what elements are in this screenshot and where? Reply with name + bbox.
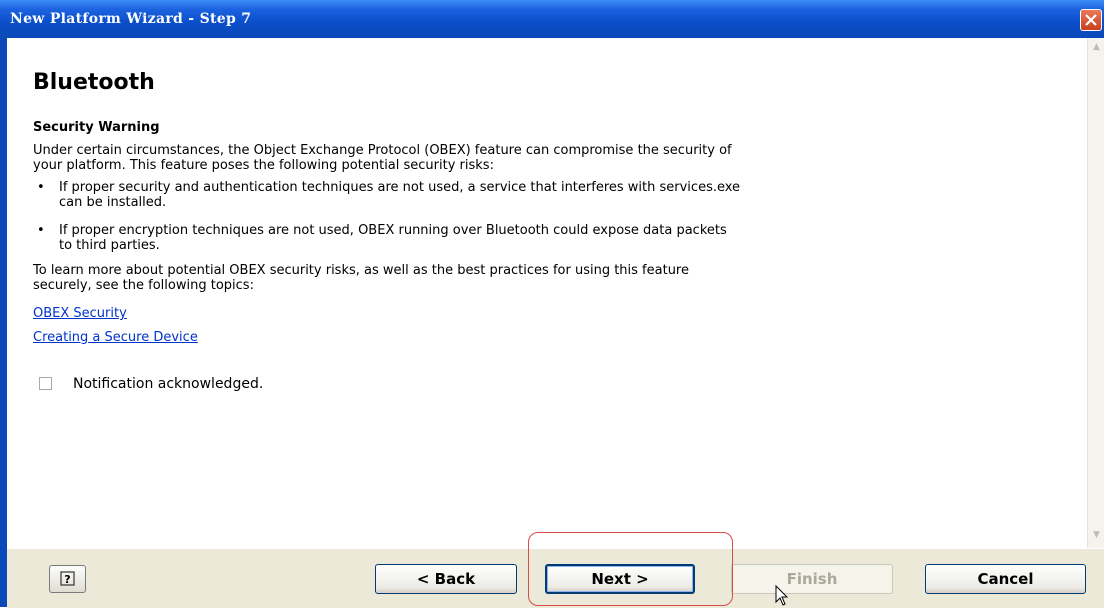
wizard-content-pane: Bluetooth Security Warning Under certain…: [7, 38, 1087, 548]
scroll-down-icon[interactable]: ▼: [1089, 528, 1104, 543]
title-bar[interactable]: New Platform Wizard - Step 7: [0, 0, 1104, 38]
help-button[interactable]: ?: [49, 565, 86, 593]
bullet-dot: •: [37, 180, 45, 195]
bullet-dot: •: [37, 223, 45, 238]
bullet-line: to third parties.: [59, 238, 160, 253]
learn-more-paragraph: To learn more about potential OBEX secur…: [33, 263, 1073, 293]
finish-button: Finish: [731, 564, 893, 594]
scroll-up-icon[interactable]: ▲: [1089, 40, 1104, 55]
bullet-item: • If proper security and authentication …: [33, 180, 1073, 212]
back-button[interactable]: < Back: [375, 564, 517, 594]
notification-acknowledged-checkbox[interactable]: [39, 377, 52, 390]
intro-paragraph: Under certain circumstances, the Object …: [33, 143, 1073, 173]
checkbox-label: Notification acknowledged.: [73, 376, 264, 392]
close-button[interactable]: [1080, 9, 1102, 31]
bullet-text: If proper security and authentication te…: [59, 180, 1069, 210]
bullet-line: If proper encryption techniques are not …: [59, 223, 727, 238]
bullet-line: If proper security and authentication te…: [59, 180, 741, 195]
wizard-window: New Platform Wizard - Step 7 Bluetooth S…: [0, 0, 1104, 608]
next-button[interactable]: Next >: [545, 564, 695, 594]
bullet-item: • If proper encryption techniques are no…: [33, 223, 1073, 255]
svg-text:?: ?: [64, 573, 70, 586]
question-mark-icon: ?: [60, 571, 75, 586]
obex-security-link[interactable]: OBEX Security: [33, 306, 127, 321]
cancel-button[interactable]: Cancel: [925, 564, 1086, 594]
learn-line: securely, see the following topics:: [33, 278, 254, 293]
intro-line: your platform. This feature poses the fo…: [33, 158, 494, 173]
mouse-pointer-icon: [775, 585, 789, 606]
bullet-text: If proper encryption techniques are not …: [59, 223, 1069, 253]
section-heading: Security Warning: [33, 120, 160, 135]
page-title: Bluetooth: [33, 70, 155, 95]
window-frame-left: [0, 38, 7, 607]
learn-line: To learn more about potential OBEX secur…: [33, 263, 689, 278]
bullet-line: can be installed.: [59, 195, 167, 210]
window-title: New Platform Wizard - Step 7: [10, 11, 252, 27]
creating-secure-device-link[interactable]: Creating a Secure Device: [33, 330, 198, 345]
intro-line: Under certain circumstances, the Object …: [33, 143, 732, 158]
vertical-scrollbar[interactable]: ▲ ▼: [1087, 38, 1104, 548]
wizard-footer: ? < Back Next > Finish Cancel: [7, 548, 1104, 608]
close-icon: [1085, 14, 1097, 26]
